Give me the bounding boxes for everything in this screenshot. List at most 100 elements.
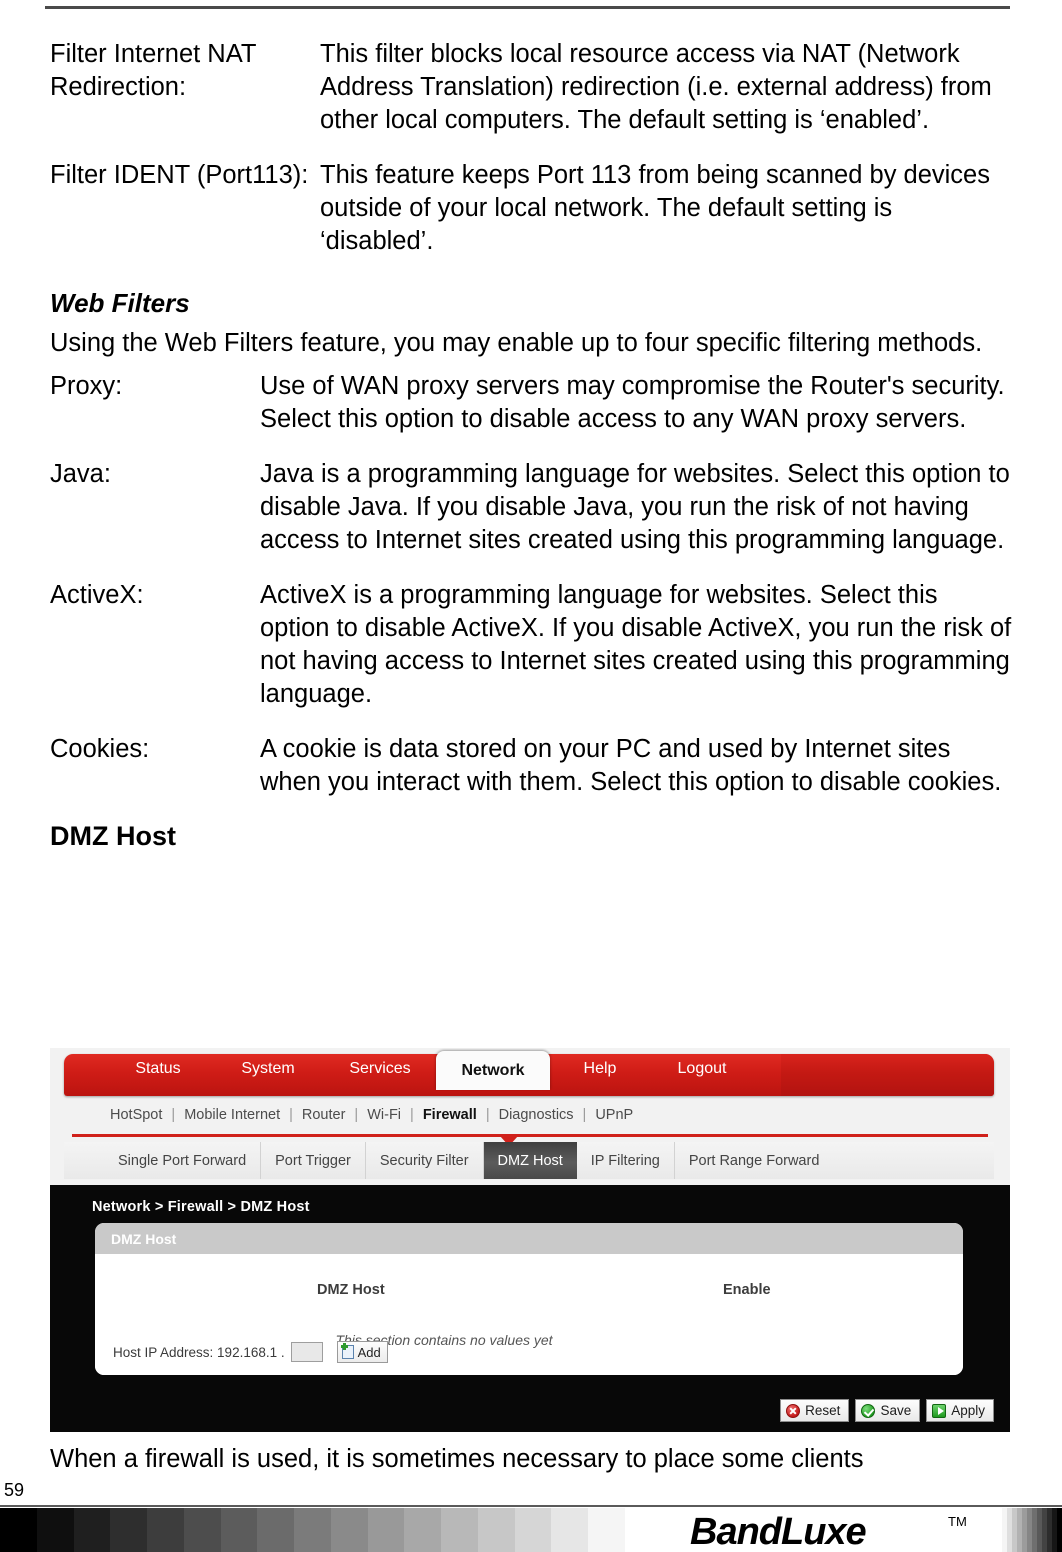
apply-button[interactable]: Apply [926,1399,994,1422]
grayscale-step [257,1508,295,1552]
grayscale-step [36,1508,74,1552]
grayscale-step [294,1508,331,1552]
subnav-item-wifi[interactable]: Wi-Fi [367,1107,401,1123]
grayscale-step [514,1508,552,1552]
primary-nav-tabs: Status System Services Network Help Logo… [50,1048,754,1090]
figure-caption: When a firewall is used, it is sometimes… [50,1445,864,1473]
definition-description: ActiveX is a programming language for we… [260,581,1012,708]
router-ui-content: Network > Firewall > DMZ Host DMZ Host D… [50,1185,1010,1432]
page-number: 59 [4,1480,25,1500]
definition-row: Java: Java is a programming language for… [50,458,1012,557]
grayscale-step [220,1508,258,1552]
subnav-item-firewall[interactable]: Firewall [423,1107,477,1123]
nav-tab-system[interactable]: System [212,1048,324,1090]
nav-tab-help[interactable]: Help [550,1048,650,1090]
grayscale-step [551,1508,589,1552]
router-ui-chrome: Status System Services Network Help Logo… [50,1048,1010,1185]
document-page: Filter Internet NAT Redirection: This fi… [0,0,1062,1552]
grayscale-bar-left [0,1508,626,1552]
grayscale-step [404,1508,442,1552]
subnav-separator: | [485,1107,490,1123]
definition-term: Filter IDENT (Port113): [50,161,309,189]
definition-description: This feature keeps Port 113 from being s… [320,161,990,255]
grayscale-step [441,1508,478,1552]
save-button[interactable]: Save [855,1399,921,1422]
reset-button[interactable]: Reset [780,1399,850,1422]
subnav-item-diagnostics[interactable]: Diagnostics [499,1107,574,1123]
grayscale-step [330,1508,368,1552]
subnav-separator: | [171,1107,176,1123]
save-icon [861,1403,876,1418]
page-footer: BandLuxe TM [0,1508,1062,1552]
definition-row: Proxy: Use of WAN proxy servers may comp… [50,370,1012,436]
add-button-label: Add [357,1344,381,1360]
nav-tab-network[interactable]: Network [436,1051,550,1090]
grayscale-step [0,1508,37,1552]
router-ui-figure: Status System Services Network Help Logo… [50,1048,1010,1432]
apply-button-label: Apply [951,1403,985,1418]
reset-button-label: Reset [805,1403,841,1418]
tab-security-filter[interactable]: Security Filter [366,1142,484,1179]
grayscale-step [183,1508,221,1552]
grayscale-step [367,1508,405,1552]
column-header-dmz-host: DMZ Host [317,1282,385,1298]
definition-row: Cookies: A cookie is data stored on your… [50,733,1012,799]
section-heading-dmz-host: DMZ Host [50,821,176,851]
definition-description: Java is a programming language for websi… [260,460,1010,554]
tab-dmz-host[interactable]: DMZ Host [483,1142,577,1179]
host-ip-input[interactable] [290,1342,323,1362]
brand-logo: BandLuxe TM [690,1512,970,1552]
subnav-item-hotspot[interactable]: HotSpot [110,1107,162,1123]
save-button-label: Save [880,1403,912,1418]
web-filters-intro: Using the Web Filters feature, you may e… [50,329,983,357]
brand-name: BandLuxe [690,1511,867,1552]
secondary-nav: HotSpot | Mobile Internet | Router | Wi-… [64,1102,994,1128]
subnav-separator: | [289,1107,293,1123]
definition-description: Use of WAN proxy servers may compromise … [260,372,1005,433]
definition-term: Java: [50,460,111,488]
tab-port-trigger[interactable]: Port Trigger [261,1142,366,1179]
definition-term: Proxy: [50,372,123,400]
subnav-item-upnp[interactable]: UPnP [595,1107,633,1123]
definition-description: A cookie is data stored on your PC and u… [260,735,1002,796]
host-ip-add-row: Host IP Address: 192.168.1 . Add [113,1341,388,1363]
add-button[interactable]: Add [336,1341,388,1363]
definition-term: Filter Internet NAT Redirection: [50,40,256,101]
column-header-enable: Enable [723,1282,771,1298]
header-rule [45,6,1010,9]
tab-ip-filtering[interactable]: IP Filtering [577,1142,675,1179]
panel-title: DMZ Host [95,1223,963,1254]
add-document-icon [340,1343,354,1359]
definition-row: Filter IDENT (Port113): This feature kee… [50,159,1012,258]
grayscale-step [477,1508,515,1552]
host-ip-label: Host IP Address: 192.168.1 . [113,1344,285,1360]
nav-tab-services[interactable]: Services [324,1048,436,1090]
grayscale-bar-right [1002,1508,1062,1552]
reset-icon [786,1403,801,1418]
section-heading-web-filters: Web Filters [50,288,190,318]
subnav-separator: | [582,1107,587,1123]
nav-tab-status[interactable]: Status [104,1048,212,1090]
tab-port-range-forward[interactable]: Port Range Forward [675,1142,834,1179]
grayscale-step [73,1508,111,1552]
grayscale-step [110,1508,148,1552]
trademark-symbol: TM [948,1514,967,1529]
grayscale-step [147,1508,184,1552]
action-button-group: Reset Save Apply [780,1399,994,1422]
definition-row: Filter Internet NAT Redirection: This fi… [50,38,1012,137]
document-body: Filter Internet NAT Redirection: This fi… [50,38,1012,852]
grayscale-step [1057,1508,1062,1552]
tab-single-port-forward[interactable]: Single Port Forward [104,1142,262,1179]
apply-icon [932,1403,947,1418]
definition-description: This filter blocks local resource access… [320,40,992,134]
definition-term: Cookies: [50,735,150,763]
subnav-item-router[interactable]: Router [302,1107,346,1123]
footer-rule [0,1505,1062,1507]
dmz-host-panel: DMZ Host DMZ Host Enable This section co… [95,1223,963,1375]
nav-tab-logout[interactable]: Logout [650,1048,754,1090]
subnav-separator: | [410,1107,414,1123]
grayscale-step [588,1508,626,1552]
subnav-item-mobile-internet[interactable]: Mobile Internet [184,1107,280,1123]
breadcrumb: Network > Firewall > DMZ Host [92,1199,310,1215]
panel-body: DMZ Host Enable This section contains no… [95,1254,963,1375]
